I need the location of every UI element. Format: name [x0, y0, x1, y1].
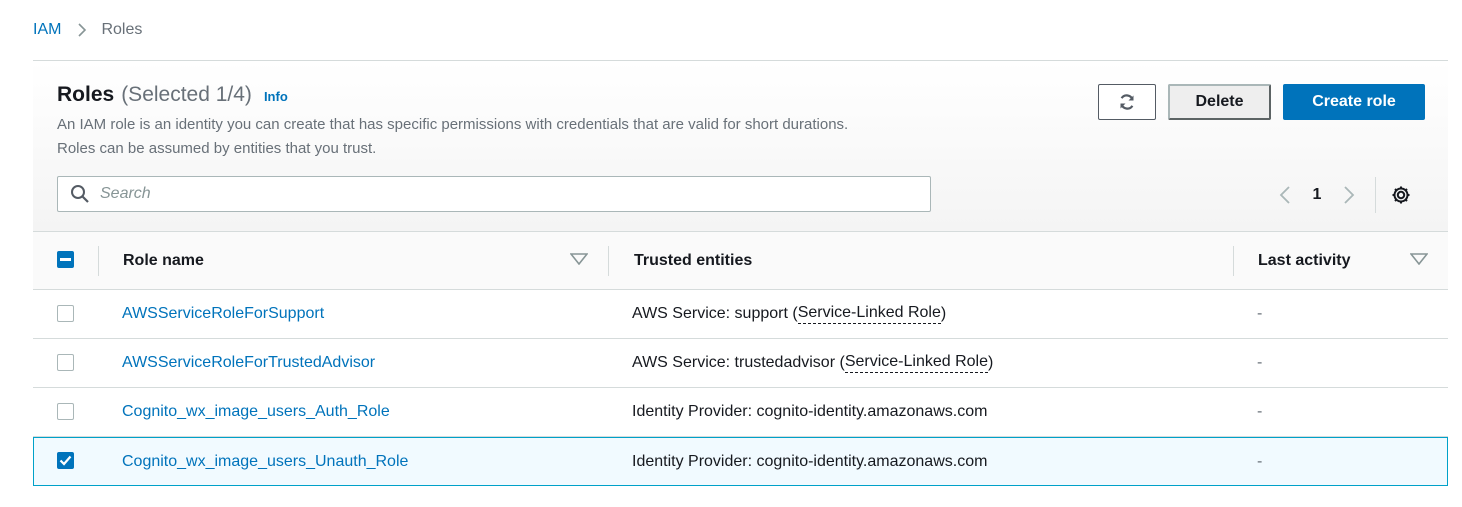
roles-panel: Roles (Selected 1/4) Info An IAM role is…: [33, 60, 1448, 486]
column-header-last-activity[interactable]: Last activity: [1258, 232, 1350, 289]
trusted-entity-text: AWS Service: trustedadvisor (: [632, 354, 845, 371]
last-activity: -: [1257, 305, 1263, 322]
row-checkbox[interactable]: [57, 452, 74, 469]
description-line-1: An IAM role is an identity you can creat…: [57, 116, 849, 133]
service-linked-role-link[interactable]: Service-Linked Role: [844, 353, 988, 373]
table-header: Role name Trusted entities Last activity: [33, 231, 1448, 290]
description-line-2: Roles can be assumed by entities that yo…: [57, 140, 377, 157]
row-checkbox[interactable]: [57, 403, 74, 420]
column-header-role-name[interactable]: Role name: [123, 232, 204, 289]
trusted-entity-text: Identity Provider: cognito-identity.amaz…: [632, 453, 988, 470]
row-checkbox[interactable]: [57, 305, 74, 322]
search-icon: [70, 184, 90, 204]
breadcrumb-current: Roles: [101, 21, 143, 38]
last-activity: -: [1257, 354, 1263, 371]
row-checkbox[interactable]: [57, 354, 74, 371]
checkmark-icon: [59, 455, 72, 466]
column-divider: [1233, 246, 1234, 276]
selected-count: (Selected 1/4): [121, 83, 252, 106]
role-name-link[interactable]: AWSServiceRoleForSupport: [122, 305, 324, 323]
delete-button[interactable]: Delete: [1168, 84, 1271, 120]
info-link[interactable]: Info: [264, 89, 288, 104]
last-activity: -: [1257, 453, 1263, 470]
table-row[interactable]: Cognito_wx_image_users_Auth_Role Identit…: [33, 388, 1448, 437]
chevron-right-icon: [77, 22, 87, 38]
caret-down-icon[interactable]: [1410, 253, 1428, 265]
chevron-right-icon[interactable]: [1337, 183, 1361, 207]
last-activity: -: [1257, 403, 1263, 420]
title-row: Roles (Selected 1/4) Info: [57, 83, 288, 107]
gear-icon[interactable]: [1390, 184, 1412, 206]
caret-down-icon[interactable]: [570, 253, 588, 265]
chevron-left-icon[interactable]: [1273, 183, 1297, 207]
page-description: An IAM role is an identity you can creat…: [57, 113, 957, 161]
indeterminate-checkbox-icon[interactable]: [57, 251, 74, 268]
table-row[interactable]: AWSServiceRoleForSupport AWS Service: su…: [33, 290, 1448, 339]
page-title: Roles: [57, 83, 115, 106]
column-divider: [608, 246, 609, 276]
table-row[interactable]: AWSServiceRoleForTrustedAdvisor AWS Serv…: [33, 339, 1448, 388]
trusted-entity-suffix: ): [940, 305, 947, 322]
column-divider: [98, 246, 99, 276]
search-field[interactable]: [57, 176, 931, 212]
pagination: 1: [1273, 177, 1412, 213]
page-number[interactable]: 1: [1297, 186, 1337, 204]
column-header-trusted-entities: Trusted entities: [634, 251, 753, 269]
role-name-link[interactable]: Cognito_wx_image_users_Unauth_Role: [122, 453, 408, 471]
refresh-icon: [1118, 93, 1136, 111]
table-row[interactable]: Cognito_wx_image_users_Unauth_Role Ident…: [33, 437, 1448, 486]
role-name-link[interactable]: Cognito_wx_image_users_Auth_Role: [122, 403, 390, 421]
trusted-entity-suffix: ): [988, 354, 994, 371]
role-name-link[interactable]: AWSServiceRoleForTrustedAdvisor: [122, 354, 375, 372]
trusted-entity-text: AWS Service: support (: [632, 305, 798, 322]
refresh-button[interactable]: [1098, 84, 1156, 120]
breadcrumb: IAM Roles: [33, 19, 142, 41]
service-linked-role-link[interactable]: Service-Linked Role: [797, 304, 941, 324]
breadcrumb-iam-link[interactable]: IAM: [33, 21, 61, 39]
search-input[interactable]: [100, 185, 900, 203]
trusted-entity-text: Identity Provider: cognito-identity.amaz…: [632, 403, 988, 420]
panel-header: Roles (Selected 1/4) Info An IAM role is…: [33, 61, 1448, 231]
pager-divider: [1375, 177, 1376, 213]
create-role-button[interactable]: Create role: [1283, 84, 1425, 120]
